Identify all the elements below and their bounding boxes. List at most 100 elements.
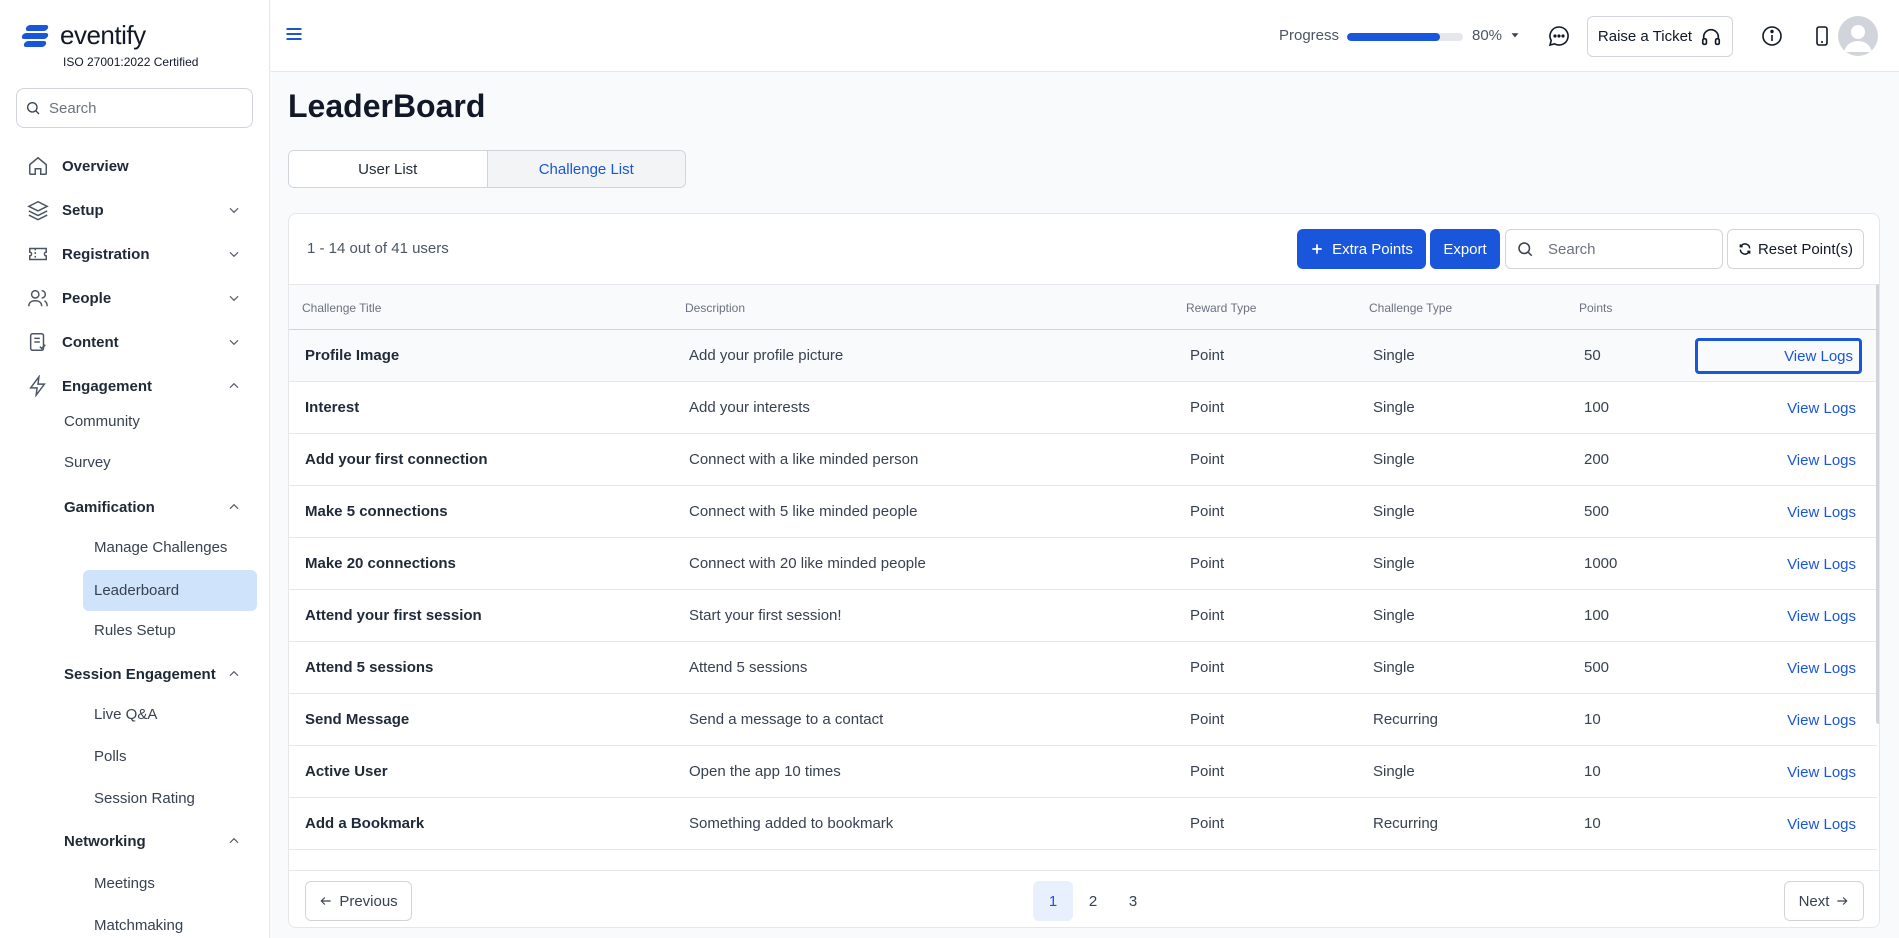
pagination: Previous 1 2 3 Next [289,870,1879,927]
sidebar-item-matchmaking[interactable]: Matchmaking [94,917,183,934]
brand-logo[interactable]: eventify [20,20,146,51]
reset-points-button[interactable]: Reset Point(s) [1727,229,1864,269]
cell-reward-type: Point [1190,399,1225,416]
sidebar-item-community[interactable]: Community [64,413,140,430]
view-logs-link[interactable]: View Logs [1695,702,1862,738]
cell-points: 10 [1584,711,1601,728]
arrow-left-icon [320,897,331,905]
sidebar-item-label: Setup [62,201,104,219]
tab-user-list[interactable]: User List [289,151,487,187]
cell-points: 100 [1584,607,1610,624]
sidebar-item-content[interactable]: Content [26,326,244,358]
sidebar-item-label: Gamification [64,498,155,516]
cell-challenge-title: Active User [305,763,388,780]
menu-toggle-icon[interactable] [284,24,308,48]
view-logs-link[interactable]: View Logs [1695,598,1862,634]
sidebar-item-leaderboard[interactable]: Leaderboard [83,570,257,611]
cell-description: Start your first session! [689,607,842,624]
column-header-points: Points [1579,301,1613,315]
sidebar-item-session-engagement[interactable]: Session Engagement [64,664,244,684]
column-header-description: Description [685,301,746,315]
sidebar-item-registration[interactable]: Registration [26,238,244,270]
progress-value: 80% [1472,27,1503,44]
sidebar-item-overview[interactable]: Overview [26,150,244,182]
info-icon[interactable] [1760,24,1786,50]
refresh-icon [1739,243,1751,255]
mobile-phone-icon[interactable] [1810,24,1836,50]
chevron-down-icon [224,244,244,264]
sidebar-item-setup[interactable]: Setup [26,194,244,226]
cell-points: 1000 [1584,555,1618,572]
sidebar-item-people[interactable]: People [26,282,244,314]
view-logs-link[interactable]: View Logs [1695,390,1862,426]
view-logs-link[interactable]: View Logs [1695,806,1862,842]
home-icon [26,154,50,178]
sidebar-item-networking[interactable]: Networking [64,831,244,851]
view-logs-link[interactable]: View Logs [1695,338,1862,374]
chat-icon[interactable] [1547,24,1573,50]
table-row: Attend 5 sessions Attend 5 sessions Point S… [289,642,1877,694]
ticket-icon [26,242,50,266]
page-number[interactable]: 3 [1113,881,1153,921]
cell-reward-type: Point [1190,451,1225,468]
cell-reward-type: Point [1190,555,1225,572]
view-logs-link[interactable]: View Logs [1695,754,1862,790]
cell-challenge-type: Single [1373,763,1415,780]
sidebar-item-rules-setup[interactable]: Rules Setup [94,622,176,639]
sidebar-item-manage-challenges[interactable]: Manage Challenges [94,539,227,556]
table-search [1505,229,1723,269]
tab-challenge-list[interactable]: Challenge List [486,151,685,187]
cell-description: Add your interests [689,399,810,416]
cell-reward-type: Point [1190,503,1225,520]
cell-reward-type: Point [1190,607,1225,624]
raise-ticket-label: Raise a Ticket [1597,28,1693,45]
cell-challenge-type: Single [1373,347,1415,364]
list-tabs: User List Challenge List [288,150,686,188]
view-logs-link[interactable]: View Logs [1695,650,1862,686]
caret-down-icon[interactable] [1508,28,1522,47]
sidebar-item-label: Overview [62,157,129,175]
sidebar-item-session-rating[interactable]: Session Rating [94,790,195,807]
cell-challenge-type: Single [1373,659,1415,676]
cell-reward-type: Point [1190,659,1225,676]
cell-challenge-type: Single [1373,503,1415,520]
next-page-button[interactable]: Next [1784,881,1864,921]
page-number[interactable]: 1 [1033,881,1073,921]
previous-page-button[interactable]: Previous [305,881,412,921]
table-header: Challenge Title Description Reward Type … [289,284,1877,330]
cell-description: Add your profile picture [689,347,844,364]
cell-challenge-type: Recurring [1373,711,1439,728]
sidebar-item-engagement[interactable]: Engagement [26,370,244,402]
challenge-table-card: 1 - 14 out of 41 users Extra Points Expo… [288,213,1880,928]
sidebar-item-gamification[interactable]: Gamification [64,497,244,517]
chevron-up-icon [224,497,244,517]
avatar[interactable] [1838,16,1878,56]
view-logs-link[interactable]: View Logs [1695,494,1862,530]
export-button[interactable]: Export [1430,229,1500,269]
chevron-up-icon [224,376,244,396]
table-search-input[interactable] [1548,240,1708,258]
extra-points-button[interactable]: Extra Points [1297,229,1426,269]
page-number[interactable]: 2 [1073,881,1113,921]
view-logs-link[interactable]: View Logs [1695,546,1862,582]
sidebar-search-input[interactable] [49,99,239,117]
table-row: Make 5 connections Connect with 5 like mi… [289,486,1877,538]
view-logs-link[interactable]: View Logs [1695,442,1862,478]
page-title: LeaderBoard [288,88,486,124]
raise-ticket-button[interactable]: Raise a Ticket [1587,16,1733,57]
cell-reward-type: Point [1190,347,1225,364]
sidebar-item-polls[interactable]: Polls [94,748,127,765]
cell-challenge-title: Make 5 connections [305,503,448,520]
sidebar-item-live-qa[interactable]: Live Q&A [94,706,157,723]
sidebar-item-survey[interactable]: Survey [64,454,111,471]
sidebar-item-meetings[interactable]: Meetings [94,875,155,892]
table-scrollbar[interactable] [1876,284,1879,724]
cell-reward-type: Point [1190,711,1225,728]
cell-description: Send a message to a contact [689,711,884,728]
cell-challenge-type: Single [1373,555,1415,572]
cell-challenge-title: Interest [305,399,360,416]
cell-challenge-type: Single [1373,399,1415,416]
cell-description: Open the app 10 times [689,763,841,780]
lightning-icon [26,374,50,398]
eventify-logo-icon [20,21,54,51]
